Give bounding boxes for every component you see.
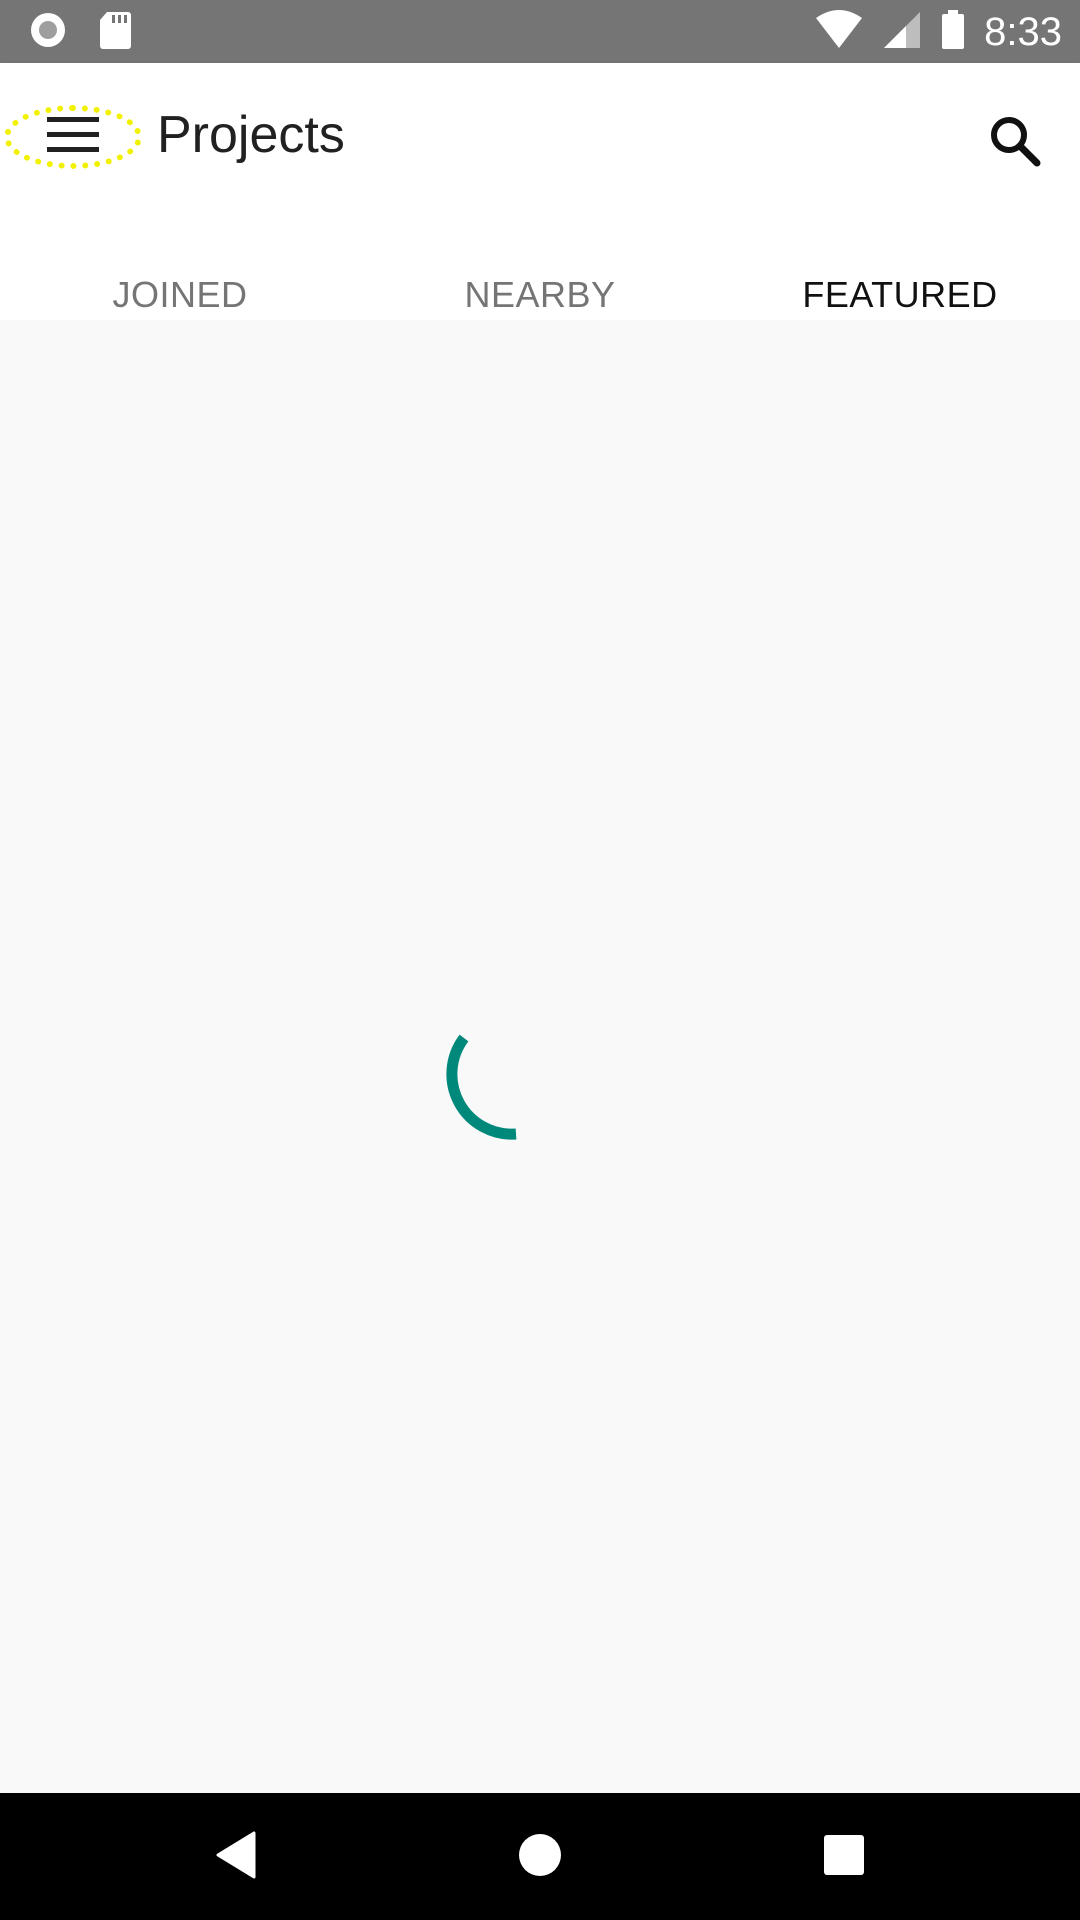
search-icon — [989, 115, 1041, 172]
status-bar: 8:33 — [0, 0, 1080, 63]
back-icon — [214, 1831, 258, 1884]
sd-card-icon — [98, 10, 132, 55]
recents-icon — [823, 1834, 865, 1881]
search-button[interactable] — [980, 108, 1050, 178]
content-area[interactable] — [0, 320, 1080, 1793]
status-right-icons: 8:33 — [814, 6, 1062, 58]
app-bar: Projects JOINED NEARBY FEATURED — [0, 63, 1080, 375]
home-button[interactable] — [504, 1821, 576, 1893]
wifi-icon — [814, 9, 864, 55]
page-title: Projects — [157, 106, 345, 164]
loading-spinner-icon — [440, 1020, 530, 1160]
status-left-icons — [28, 10, 132, 55]
status-time: 8:33 — [984, 10, 1062, 54]
tab-label: NEARBY — [464, 273, 616, 315]
hamburger-menu-icon — [47, 115, 99, 160]
back-button[interactable] — [200, 1821, 272, 1893]
signal-icon — [882, 10, 922, 55]
battery-icon — [940, 9, 966, 55]
home-icon — [517, 1832, 563, 1883]
record-icon — [28, 10, 68, 55]
menu-button[interactable] — [4, 105, 142, 169]
recents-button[interactable] — [808, 1821, 880, 1893]
tab-label: JOINED — [112, 273, 248, 315]
tab-label: FEATURED — [802, 273, 998, 315]
navigation-bar — [0, 1793, 1080, 1920]
